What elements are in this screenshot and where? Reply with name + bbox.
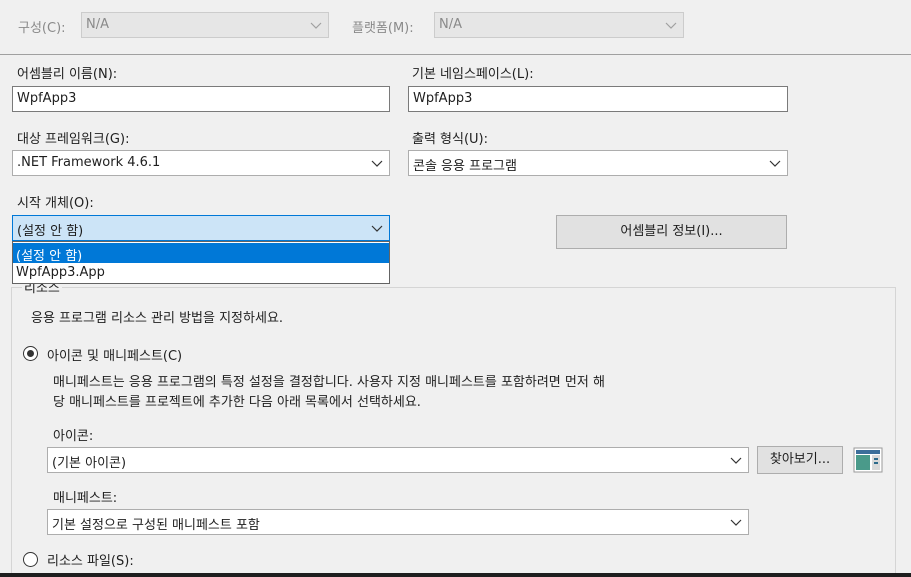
chevron-down-icon xyxy=(310,22,322,29)
chevron-down-icon xyxy=(730,457,742,464)
icon-manifest-radio[interactable] xyxy=(23,346,38,361)
icon-label: 아이콘: xyxy=(53,429,94,444)
output-type-label: 출력 형식(U): xyxy=(412,132,489,147)
icon-combo[interactable]: (기본 아이콘) xyxy=(47,447,749,473)
namespace-input[interactable]: WpfApp3 xyxy=(408,86,788,112)
application-icon-preview xyxy=(853,447,883,473)
output-type-value: 콘솔 응용 프로그램 xyxy=(413,159,517,174)
header-separator xyxy=(0,54,911,55)
startup-object-value: (설정 안 함) xyxy=(17,224,84,239)
framework-value: .NET Framework 4.6.1 xyxy=(17,155,161,170)
chevron-down-icon xyxy=(730,519,742,526)
platform-combo: N/A xyxy=(434,12,684,38)
manifest-label: 매니페스트: xyxy=(53,491,118,506)
startup-object-dropdown-list: (설정 안 함) WpfApp3.App xyxy=(12,241,390,284)
config-combo: N/A xyxy=(81,12,329,38)
resource-file-radio[interactable] xyxy=(23,552,38,567)
platform-value: N/A xyxy=(439,17,462,32)
manifest-value: 기본 설정으로 구성된 매니페스트 포함 xyxy=(52,518,260,533)
radio-selected-dot xyxy=(27,350,34,357)
chevron-down-icon xyxy=(371,225,383,232)
framework-label: 대상 프레임워크(G): xyxy=(17,132,130,147)
resources-description: 응용 프로그램 리소스 관리 방법을 지정하세요. xyxy=(31,311,284,326)
chevron-down-icon xyxy=(769,160,781,167)
assembly-info-button[interactable]: 어셈블리 정보(I)... xyxy=(556,215,787,249)
manifest-description-line2: 당 매니페스트를 프로젝트에 추가한 다음 아래 목록에서 선택하세요. xyxy=(53,395,421,410)
browse-button[interactable]: 찾아보기... xyxy=(757,446,843,474)
startup-option-none[interactable]: (설정 안 함) xyxy=(13,243,389,264)
manifest-combo[interactable]: 기본 설정으로 구성된 매니페스트 포함 xyxy=(47,509,749,535)
startup-option-app[interactable]: WpfApp3.App xyxy=(13,263,389,283)
config-label: 구성(C): xyxy=(18,21,66,36)
namespace-label: 기본 네임스페이스(L): xyxy=(412,67,534,82)
output-type-combo[interactable]: 콘솔 응용 프로그램 xyxy=(408,150,788,176)
icon-manifest-radio-label[interactable]: 아이콘 및 매니페스트(C) xyxy=(47,345,182,364)
application-properties-page: 구성(C): N/A 플랫폼(M): N/A 어셈블리 이름(N): WpfAp… xyxy=(0,0,911,577)
assembly-name-value: WpfApp3 xyxy=(17,91,77,106)
resource-file-radio-label[interactable]: 리소스 파일(S): xyxy=(47,550,134,569)
config-value: N/A xyxy=(86,17,109,32)
startup-object-combo[interactable]: (설정 안 함) xyxy=(12,215,390,241)
chevron-down-icon xyxy=(371,160,383,167)
startup-object-label: 시작 개체(O): xyxy=(17,196,94,211)
manifest-description-line1: 매니페스트는 응용 프로그램의 특정 설정을 결정합니다. 사용자 지정 매니페… xyxy=(53,375,605,390)
namespace-value: WpfApp3 xyxy=(413,91,473,106)
platform-label: 플랫폼(M): xyxy=(352,21,414,36)
icon-value: (기본 아이콘) xyxy=(52,456,127,471)
assembly-name-input[interactable]: WpfApp3 xyxy=(12,86,390,112)
framework-combo[interactable]: .NET Framework 4.6.1 xyxy=(12,150,390,176)
assembly-name-label: 어셈블리 이름(N): xyxy=(17,67,118,82)
bottom-edge xyxy=(0,573,911,577)
chevron-down-icon xyxy=(665,22,677,29)
